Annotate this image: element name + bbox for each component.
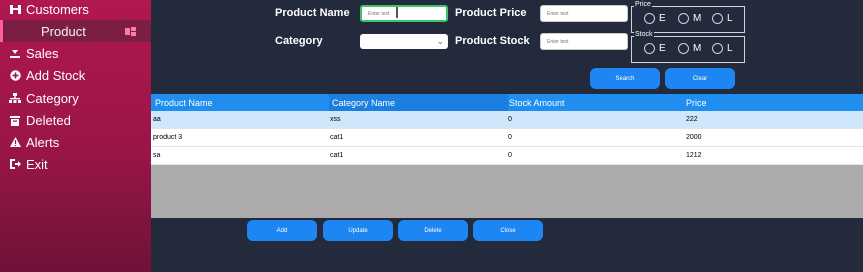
price-radio-e[interactable]: E <box>644 13 666 24</box>
sidebar-item-label: Category <box>26 90 79 106</box>
sidebar-item-label: Deleted <box>26 112 71 128</box>
stock-filter-group: Stock E M L <box>631 31 745 63</box>
customers-icon <box>8 2 22 16</box>
sidebar: Customers Product Sales Add Stock Catego… <box>0 0 151 272</box>
radio-circle-icon <box>712 43 723 54</box>
category-select[interactable]: ⌄ <box>360 34 448 49</box>
radio-circle-icon <box>644 13 655 24</box>
radio-circle-icon <box>678 13 689 24</box>
sidebar-item-category[interactable]: Category <box>0 87 151 109</box>
sidebar-item-label: Add Stock <box>26 67 86 83</box>
products-table: Product Name Category Name Stock Amount … <box>151 94 863 218</box>
radio-circle-icon <box>712 13 723 24</box>
price-radio-m[interactable]: M <box>678 13 701 24</box>
clear-button[interactable]: Clear <box>665 68 735 89</box>
stock-radio-l[interactable]: L <box>712 43 733 54</box>
price-radio-l[interactable]: L <box>712 13 733 24</box>
column-header-stock-amount[interactable]: Stock Amount <box>509 98 565 108</box>
table-row[interactable]: product 3 cat1 0 2000 <box>151 129 863 147</box>
product-price-label: Product Price <box>455 7 527 19</box>
column-header-category-name[interactable]: Category Name <box>332 98 395 108</box>
table-cell: cat1 <box>330 134 344 141</box>
price-filter-legend: Price <box>634 1 652 8</box>
table-row[interactable]: aa xss 0 222 <box>151 111 863 129</box>
stock-radio-m[interactable]: M <box>678 43 701 54</box>
table-header: Product Name Category Name Stock Amount … <box>151 94 863 111</box>
sidebar-item-label: Exit <box>26 156 48 172</box>
sidebar-item-product[interactable]: Product <box>0 20 151 42</box>
search-button[interactable]: Search <box>590 68 660 89</box>
warning-icon <box>8 135 22 149</box>
close-button[interactable]: Close <box>473 220 543 241</box>
radio-circle-icon <box>644 43 655 54</box>
sidebar-item-label: Product <box>41 23 86 39</box>
delete-button[interactable]: Delete <box>398 220 468 241</box>
stock-radio-e[interactable]: E <box>644 43 666 54</box>
text-cursor-icon <box>396 7 398 18</box>
chevron-down-icon: ⌄ <box>436 36 444 46</box>
stock-filter-legend: Stock <box>634 31 654 38</box>
column-header-product-name[interactable]: Product Name <box>155 98 213 108</box>
table-cell: 0 <box>508 134 512 141</box>
update-button[interactable]: Update <box>323 220 393 241</box>
sidebar-item-sales[interactable]: Sales <box>0 42 151 64</box>
table-cell: 222 <box>686 116 698 123</box>
table-cell: 0 <box>508 116 512 123</box>
radio-label: L <box>727 43 733 54</box>
radio-label: M <box>693 43 702 54</box>
radio-label: L <box>727 13 733 24</box>
sales-icon <box>8 46 22 60</box>
table-cell: 1212 <box>686 152 702 159</box>
product-stock-input[interactable] <box>540 33 628 50</box>
table-cell: xss <box>330 116 341 123</box>
sidebar-item-label: Alerts <box>26 134 60 150</box>
product-name-input[interactable] <box>360 5 448 22</box>
category-icon <box>8 91 22 105</box>
table-cell: product 3 <box>153 134 183 141</box>
product-name-label: Product Name <box>275 7 350 19</box>
plus-circle-icon <box>8 68 22 82</box>
product-price-input[interactable] <box>540 5 628 22</box>
sidebar-item-label: Customers <box>26 1 89 17</box>
category-label: Category <box>275 35 323 47</box>
sidebar-item-customers[interactable]: Customers <box>0 0 151 20</box>
column-header-price[interactable]: Price <box>686 98 707 108</box>
price-filter-group: Price E M L <box>631 1 745 33</box>
product-icon <box>125 25 137 36</box>
sidebar-item-alerts[interactable]: Alerts <box>0 131 151 153</box>
product-stock-label: Product Stock <box>455 35 530 47</box>
table-cell: aa <box>153 116 161 123</box>
add-button[interactable]: Add <box>247 220 317 241</box>
sidebar-item-label: Sales <box>26 45 59 61</box>
table-cell: 2000 <box>686 134 702 141</box>
trash-icon <box>8 113 22 127</box>
radio-label: E <box>659 13 666 24</box>
sidebar-item-deleted[interactable]: Deleted <box>0 109 151 131</box>
radio-label: M <box>693 13 702 24</box>
table-cell: 0 <box>508 152 512 159</box>
table-cell: cat1 <box>330 152 344 159</box>
table-cell: sa <box>153 152 161 159</box>
exit-icon <box>8 157 22 171</box>
radio-label: E <box>659 43 666 54</box>
table-row[interactable]: sa cat1 0 1212 <box>151 147 863 165</box>
sidebar-item-add-stock[interactable]: Add Stock <box>0 64 151 86</box>
sidebar-item-exit[interactable]: Exit <box>0 153 151 175</box>
radio-circle-icon <box>678 43 689 54</box>
